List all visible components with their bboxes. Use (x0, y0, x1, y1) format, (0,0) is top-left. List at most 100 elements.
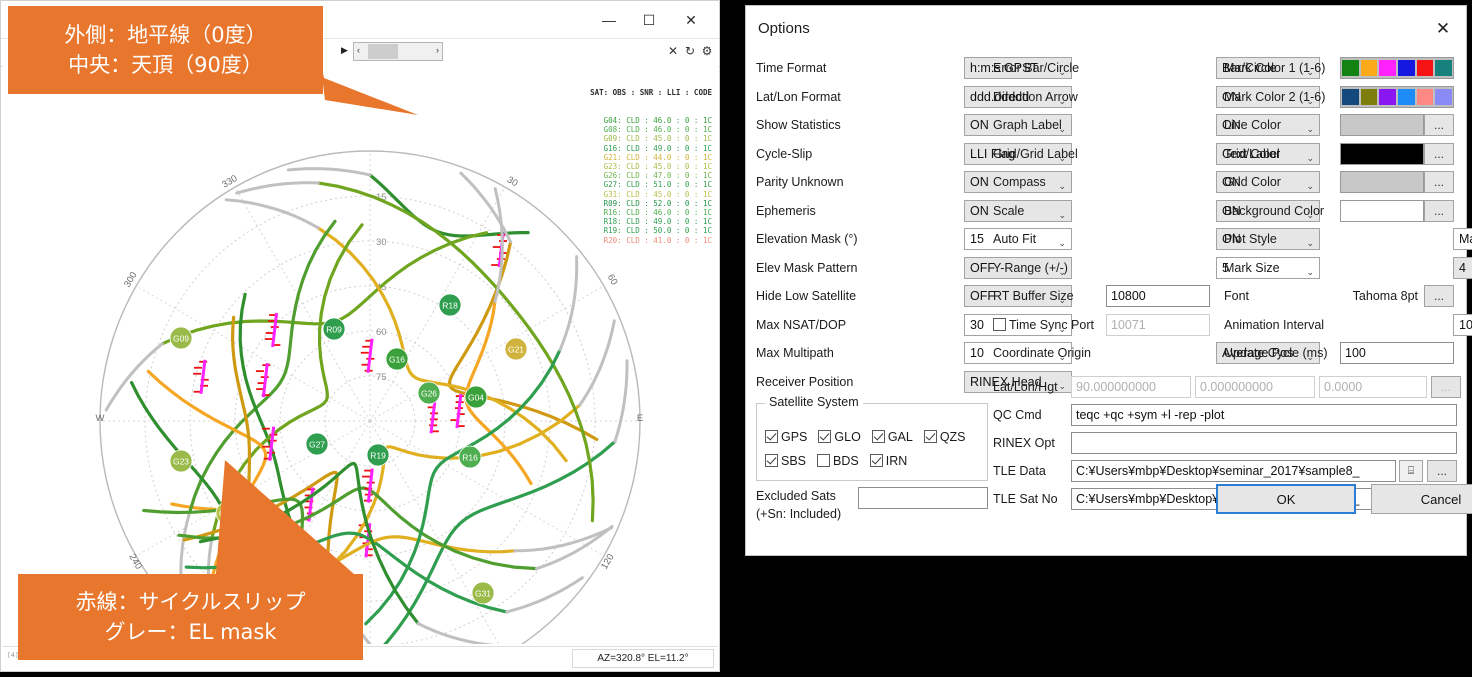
tle-data-edit-icon[interactable]: ⌸ (1399, 460, 1423, 482)
checkbox-box[interactable] (871, 430, 885, 443)
time-sync-port-input[interactable]: 10071 (1106, 313, 1210, 336)
satellite-marker[interactable]: G16 (385, 347, 409, 371)
satellite-marker[interactable]: G21 (504, 337, 528, 361)
clear-icon[interactable]: ✕ (665, 43, 681, 59)
time-scrollbar[interactable]: ‹ › (353, 42, 443, 61)
option-dropdown[interactable]: Mark/Line⌄ (1453, 228, 1472, 251)
color-picker-row: ... (1340, 114, 1454, 137)
low-snr-track (429, 399, 437, 434)
color-browse-button[interactable]: ... (1424, 114, 1454, 137)
satsys-checkbox-irn[interactable]: IRN (869, 454, 908, 468)
checkbox-label: GLO (834, 430, 861, 444)
snr-legend: SAT: OBS : SNR : LLI : CODE G04: CLD : 4… (590, 70, 712, 263)
time-sync-port-checkbox[interactable] (993, 317, 1006, 331)
tle-data-label: TLE Data (993, 464, 1046, 478)
color-swatch[interactable] (1416, 60, 1434, 77)
color-swatch[interactable] (1360, 60, 1378, 77)
satsys-checkbox-sbs[interactable]: SBS (765, 454, 806, 468)
lon-input[interactable]: 0.000000000 (1195, 376, 1315, 398)
option-row: Text Color... (1224, 140, 1462, 169)
checkbox-box[interactable] (765, 430, 778, 443)
hgt-input[interactable]: 0.0000 (1319, 376, 1427, 398)
maximize-icon[interactable]: ☐ (629, 7, 669, 33)
color-swatch[interactable] (1435, 60, 1453, 77)
option-label: Cycle-Slip (756, 146, 813, 161)
satellite-marker[interactable]: R18 (438, 293, 462, 317)
option-label: Compass (993, 175, 1046, 190)
lat-input[interactable]: 90.000000000 (1071, 376, 1191, 398)
color-swatch[interactable] (1340, 142, 1424, 165)
close-icon[interactable]: ✕ (671, 7, 711, 33)
checkbox-box[interactable] (923, 430, 937, 443)
dialog-close-icon[interactable]: ✕ (1430, 18, 1456, 40)
azimuth-label: 60 (605, 272, 620, 287)
option-row: Parity Unknown ON ⌄ (756, 168, 1072, 197)
option-dropdown[interactable]: 4⌄ (1453, 256, 1472, 279)
satellite-marker[interactable]: G09 (169, 326, 193, 350)
scroll-right-icon[interactable]: › (436, 45, 439, 55)
qc-cmd-input[interactable]: teqc +qc +sym +l -rep -plot (1071, 404, 1457, 426)
satellite-marker[interactable]: R09 (322, 317, 346, 341)
rinex-opt-label: RINEX Opt (993, 436, 1055, 450)
checkbox-box[interactable] (818, 430, 832, 443)
color-swatch[interactable] (1416, 88, 1434, 105)
scroll-left-icon[interactable]: ‹ (357, 45, 360, 55)
mark-color-swatches[interactable] (1340, 57, 1454, 80)
satellite-marker[interactable]: G23 (169, 449, 193, 473)
satellite-marker[interactable]: G31 (471, 581, 495, 605)
mark-color-swatches[interactable] (1340, 85, 1454, 108)
option-text-input[interactable]: 10800 (1106, 285, 1210, 308)
color-swatch[interactable] (1340, 199, 1424, 222)
color-swatch[interactable] (1398, 60, 1415, 77)
snr-legend-row: G08: CLD : 46.0 : 0 : 1C (603, 125, 712, 135)
scrollbar-thumb[interactable] (368, 44, 398, 59)
tle-data-browse-button[interactable]: ... (1427, 460, 1457, 482)
play-icon[interactable]: ▶ (341, 45, 348, 56)
satellite-marker[interactable]: R16 (458, 445, 482, 469)
satellite-marker[interactable]: G27 (305, 432, 329, 456)
checkbox-box[interactable] (817, 454, 831, 467)
low-snr-track (271, 312, 279, 348)
satsys-checkbox-gps[interactable]: GPS (765, 430, 807, 444)
color-swatch[interactable] (1340, 171, 1424, 194)
color-swatch[interactable] (1342, 60, 1359, 77)
color-swatch[interactable] (1342, 88, 1359, 105)
option-value: OFF (970, 289, 995, 304)
satellite-marker[interactable]: G04 (464, 385, 488, 409)
color-browse-button[interactable]: ... (1424, 171, 1454, 194)
option-text-input[interactable]: 100 (1340, 342, 1454, 365)
color-browse-button[interactable]: ... (1424, 199, 1454, 222)
color-swatch[interactable] (1398, 88, 1415, 105)
checkbox-label: QZS (939, 430, 966, 444)
tle-data-input[interactable]: C:¥Users¥mbp¥Desktop¥seminar_2017¥sample… (1071, 460, 1396, 482)
satsys-checkbox-gal[interactable]: GAL (871, 430, 913, 444)
refresh-icon[interactable]: ↻ (682, 43, 698, 59)
satsys-checkbox-qzs[interactable]: QZS (923, 430, 966, 444)
satellite-marker[interactable]: G26 (417, 381, 441, 405)
satellite-marker-label: G23 (173, 457, 189, 467)
color-swatch[interactable] (1379, 88, 1397, 105)
color-browse-button[interactable]: ... (1424, 142, 1454, 165)
satsys-checkbox-bds[interactable]: BDS (817, 454, 859, 468)
option-dropdown[interactable]: 10⌄ (1453, 313, 1472, 336)
excluded-sats-input[interactable] (858, 487, 988, 509)
checkbox-label: IRN (885, 454, 908, 468)
rinex-opt-input[interactable] (1071, 432, 1457, 454)
font-browse-button[interactable]: ... (1424, 285, 1454, 308)
checkbox-box[interactable] (869, 454, 883, 467)
option-label: Time Sync Port (993, 317, 1103, 332)
minimize-icon[interactable]: — (589, 7, 629, 33)
satsys-checkbox-glo[interactable]: GLO (818, 430, 861, 444)
ok-button[interactable]: OK (1216, 484, 1356, 514)
color-swatch[interactable] (1379, 60, 1397, 77)
option-row: Elevation Mask (°) 15 ⌄ (756, 225, 1072, 254)
color-swatch[interactable] (1360, 88, 1378, 105)
color-swatch[interactable] (1435, 88, 1453, 105)
checkbox-label: GAL (887, 430, 913, 444)
cancel-button[interactable]: Cancel (1371, 484, 1472, 514)
checkbox-box[interactable] (765, 454, 778, 467)
latlonhgt-browse-button[interactable]: ... (1431, 376, 1461, 398)
gear-icon[interactable]: ⚙ (699, 43, 715, 59)
el-mask-track (578, 319, 616, 407)
color-swatch[interactable] (1340, 114, 1424, 137)
